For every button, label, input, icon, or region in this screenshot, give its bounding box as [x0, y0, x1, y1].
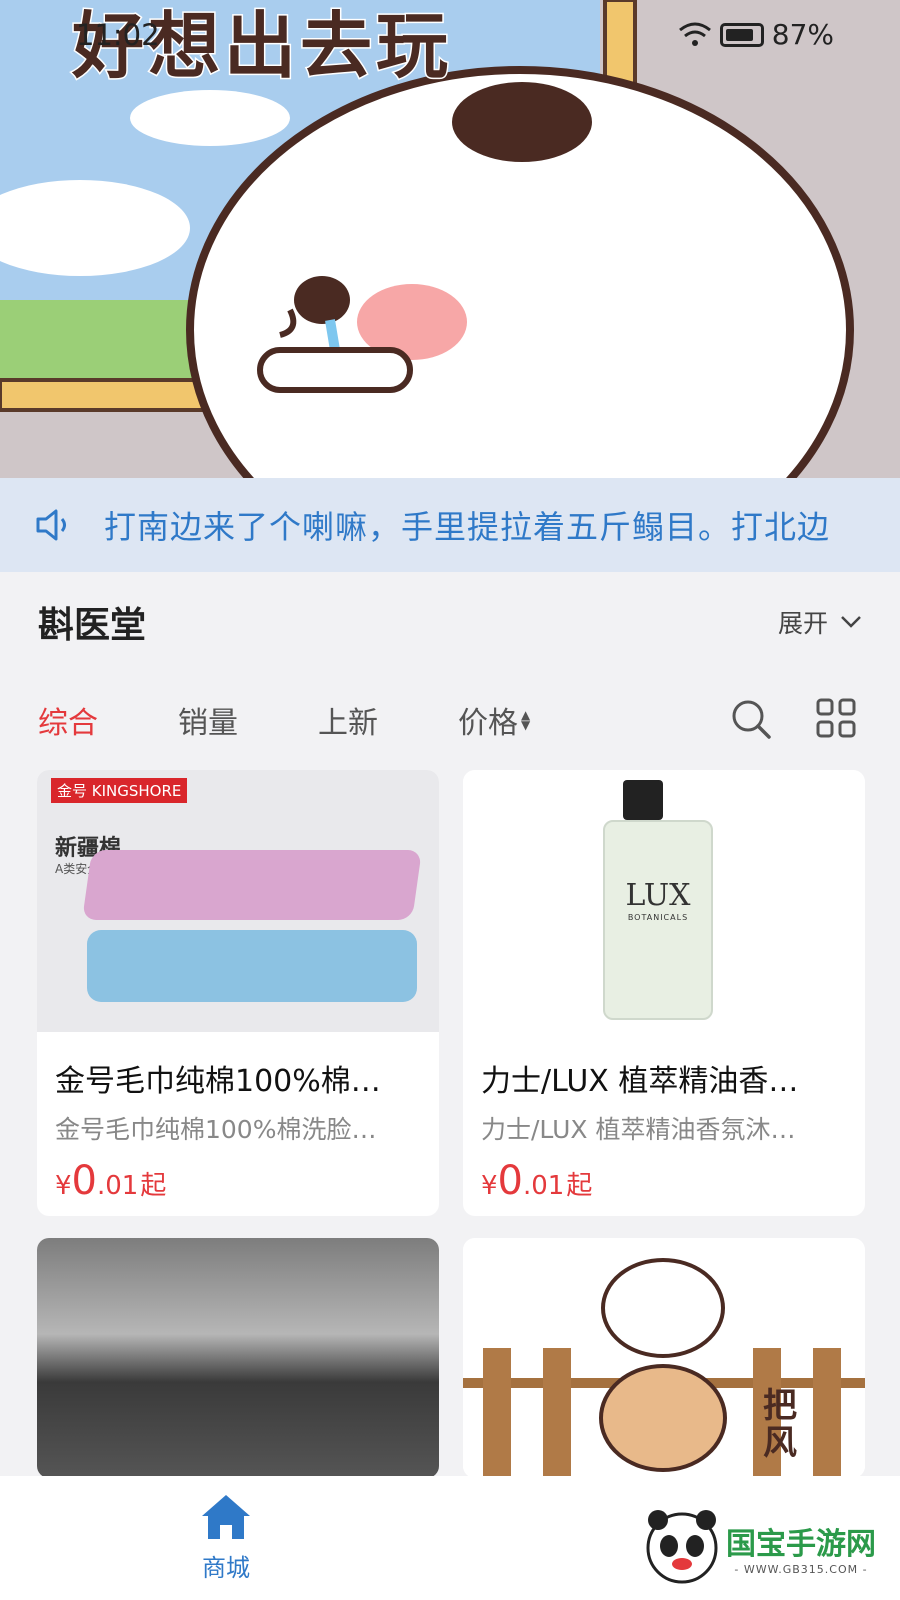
tab-overall[interactable]: 综合: [38, 698, 98, 742]
home-icon: [202, 1495, 250, 1539]
bottom-nav: 商城 国宝手游网 - WWW.GB315.COM -: [0, 1476, 900, 1600]
grid-view-icon[interactable]: [816, 698, 856, 738]
sticker-text: 把风: [763, 1386, 797, 1464]
price-suffix: 起: [140, 1171, 167, 1201]
tab-sales-label: 销量: [178, 706, 238, 741]
sort-tabs: 综合 销量 上新 价格 ▲ ▼: [0, 672, 900, 768]
pump-head: [623, 780, 663, 820]
brand-label: 金号 KINGSHORE: [51, 778, 188, 803]
bottle: LUX BOTANICALS: [603, 820, 713, 1020]
product-card[interactable]: 金号 KINGSHORE 新疆棉 A类安全标准 金号毛巾纯棉100%棉… 金号毛…: [37, 770, 439, 1216]
battery-percent: 87%: [771, 18, 834, 51]
product-card[interactable]: 把风: [463, 1238, 865, 1478]
watermark-name: 国宝手游网: [726, 1526, 876, 1562]
tab-tools: [730, 698, 856, 740]
towel-blue: [87, 930, 417, 1002]
brand-label: LUX: [625, 878, 691, 913]
product-image-screenshot: [37, 1238, 439, 1478]
watermark-logo: 国宝手游网 - WWW.GB315.COM -: [642, 1494, 900, 1600]
wifi-icon: [678, 22, 711, 46]
price-suffix: 起: [566, 1171, 593, 1201]
sort-arrows-icon: ▲ ▼: [521, 708, 531, 732]
product-grid: 金号 KINGSHORE 新疆棉 A类安全标准 金号毛巾纯棉100%棉… 金号毛…: [37, 770, 865, 1478]
store-name: 斟医堂: [38, 605, 147, 646]
product-image-towel: 金号 KINGSHORE 新疆棉 A类安全标准: [37, 770, 439, 1032]
brand-sub-label: BOTANICALS: [627, 913, 689, 922]
sticker-illustration: [463, 1258, 865, 1478]
towel-pink: [82, 850, 422, 920]
price-integer: 0: [71, 1158, 97, 1204]
chevron-down-icon: [841, 616, 861, 628]
product-card[interactable]: LUX BOTANICALS 力士/LUX 植萃精油香… 力士/LUX 植萃精油…: [463, 770, 865, 1216]
tab-price-label: 价格: [458, 706, 518, 741]
expand-button[interactable]: 展开: [778, 604, 862, 640]
store-header: 斟医堂 展开: [0, 572, 900, 672]
tab-overall-label: 综合: [38, 706, 98, 741]
price-currency: ¥: [55, 1171, 72, 1201]
product-subtitle: 力士/LUX 植萃精油香氛沐…: [481, 1115, 796, 1144]
product-price: ¥ 0 .01 起: [463, 1146, 865, 1204]
panda-logo-icon: [646, 1510, 718, 1584]
battery-icon: [719, 22, 764, 47]
product-price: ¥ 0 .01 起: [37, 1146, 439, 1204]
product-title: 力士/LUX 植萃精油香…: [481, 1064, 799, 1099]
product-card[interactable]: [37, 1238, 439, 1478]
price-currency: ¥: [481, 1171, 498, 1201]
product-title: 金号毛巾纯棉100%棉…: [55, 1064, 381, 1099]
product-image-lux: LUX BOTANICALS: [463, 770, 865, 1032]
product-subtitle: 金号毛巾纯棉100%棉洗脸…: [55, 1115, 377, 1144]
banner-image[interactable]: 好想出去玩: [0, 0, 900, 478]
tab-new[interactable]: 上新: [318, 698, 378, 742]
price-decimal: .01: [523, 1171, 565, 1201]
tab-price[interactable]: 价格 ▲ ▼: [458, 698, 530, 742]
tab-new-label: 上新: [318, 706, 378, 741]
nav-home-label: 商城: [202, 1554, 250, 1582]
status-time: 11:02: [76, 18, 160, 52]
price-decimal: .01: [97, 1171, 139, 1201]
notice-text: 打南边来了个喇嘛，手里提拉着五斤鳎目。打北边: [104, 508, 831, 546]
watermark-url: - WWW.GB315.COM -: [734, 1562, 868, 1576]
tab-sales[interactable]: 销量: [178, 698, 238, 742]
expand-label: 展开: [777, 609, 828, 638]
price-integer: 0: [497, 1158, 523, 1204]
notice-bar[interactable]: 打南边来了个喇嘛，手里提拉着五斤鳎目。打北边: [0, 478, 900, 572]
search-icon[interactable]: [730, 698, 772, 740]
nav-home[interactable]: 商城: [178, 1492, 274, 1583]
product-image-sticker: 把风: [463, 1238, 865, 1478]
status-icons: 87%: [678, 18, 834, 51]
speaker-icon: [36, 509, 66, 541]
